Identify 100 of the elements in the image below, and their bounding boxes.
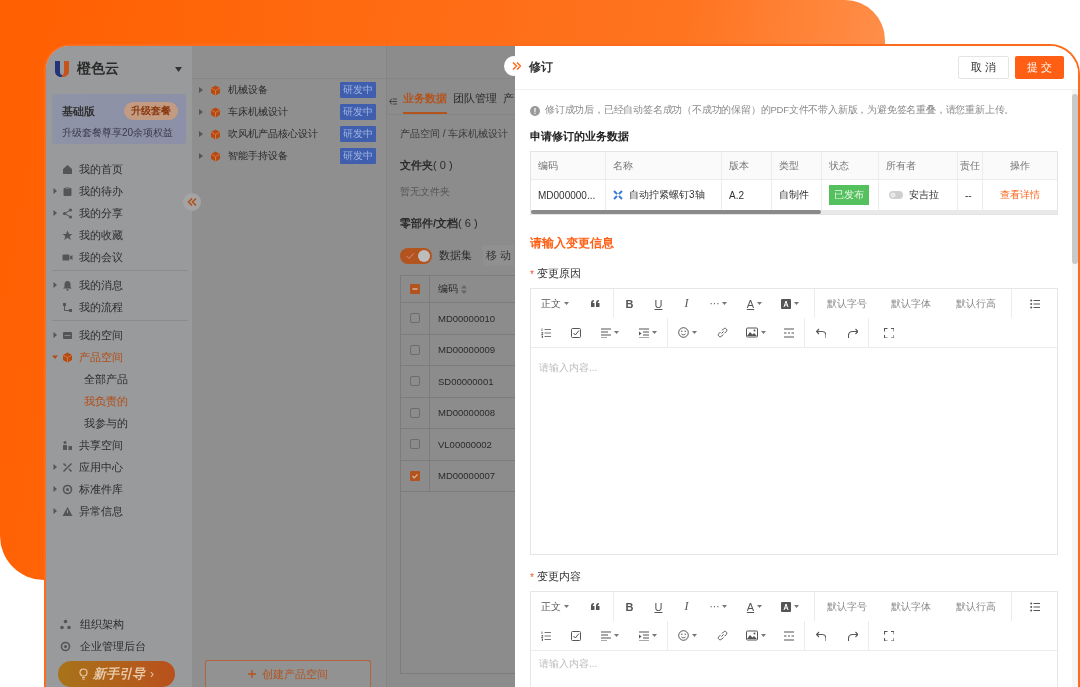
undo-icon[interactable] <box>816 327 826 338</box>
nav-item[interactable]: 我的收藏 <box>46 224 192 246</box>
align-icon[interactable] <box>601 630 611 641</box>
numbered-list-icon[interactable] <box>541 630 551 641</box>
nav-item[interactable]: 我的流程 <box>46 296 192 318</box>
fullscreen-icon[interactable] <box>884 327 894 338</box>
tree-item[interactable]: 智能手持设备 研发中 <box>192 145 386 167</box>
font-color-button[interactable]: A <box>736 289 773 318</box>
paragraph-dropdown[interactable]: 正文 <box>531 592 578 621</box>
indent-icon[interactable] <box>639 327 649 338</box>
bullet-list-icon[interactable] <box>1029 298 1040 309</box>
toggle-switch[interactable] <box>400 247 432 264</box>
emoji-icon[interactable] <box>677 327 689 338</box>
quote-icon[interactable] <box>590 602 600 611</box>
nav-item[interactable]: 我的消息 <box>46 274 192 296</box>
dropdown-caret-icon[interactable] <box>175 66 182 72</box>
cancel-button[interactable]: 取 消 <box>958 56 1010 79</box>
highlight-icon[interactable] <box>781 298 792 309</box>
nav-item[interactable]: 企业管理后台 <box>46 635 192 657</box>
nav-item[interactable]: 我的首页 <box>46 158 192 180</box>
paragraph-dropdown[interactable]: 正文 <box>531 289 578 318</box>
checkbox[interactable] <box>410 407 420 418</box>
divider-icon[interactable] <box>784 630 794 641</box>
checklist-icon[interactable] <box>571 630 581 641</box>
image-icon[interactable] <box>746 327 758 338</box>
status-tag: 已发布 <box>829 185 869 205</box>
checkbox[interactable] <box>410 284 420 294</box>
redo-icon[interactable] <box>847 327 858 338</box>
caret-icon <box>722 302 728 305</box>
breadcrumb: 产品空间 / 车床机械设计 <box>400 127 510 141</box>
checkbox[interactable] <box>410 344 420 355</box>
link-icon[interactable] <box>716 630 728 641</box>
plan-note: 升级套餐尊享20余项权益 <box>62 126 175 140</box>
underline-button[interactable]: U <box>644 592 673 621</box>
rich-text-editor[interactable]: 正文 B U I ··· A 默认字号 默认字体 默认行高 请输入内容... <box>530 591 1058 687</box>
tree-item[interactable]: 车床机械设计 研发中 <box>192 101 386 123</box>
upgrade-button[interactable]: 升级套餐 <box>124 102 178 120</box>
font-family-dropdown[interactable]: 默认字体 <box>879 592 944 621</box>
checkbox[interactable] <box>410 376 420 387</box>
font-size-dropdown[interactable]: 默认字号 <box>815 592 880 621</box>
tab[interactable]: 团队管理 <box>453 91 497 114</box>
view-details-link[interactable]: 查看详情 <box>1000 188 1040 202</box>
nav-item[interactable]: 我的待办 <box>46 180 192 202</box>
redo-icon[interactable] <box>847 630 858 641</box>
scrollbar-thumb[interactable] <box>1072 94 1078 264</box>
nav-item[interactable]: 我的空间 <box>46 324 192 346</box>
rich-text-editor[interactable]: 正文 B U I ··· A 默认字号 默认字体 默认行高 请输入内容... <box>530 288 1058 555</box>
nav-item[interactable]: 异常信息 <box>46 500 192 522</box>
table-cell: SD00000001 <box>438 375 494 387</box>
nav-item[interactable]: 组织架构 <box>46 613 192 635</box>
fullscreen-icon[interactable] <box>884 630 894 641</box>
font-size-dropdown[interactable]: 默认字号 <box>815 289 880 318</box>
numbered-list-icon[interactable] <box>541 327 551 338</box>
divider-icon[interactable] <box>784 327 794 338</box>
table-cell: 安吉拉 <box>909 188 939 202</box>
checkbox[interactable] <box>410 313 420 324</box>
emoji-icon[interactable] <box>677 630 689 641</box>
nav-item[interactable]: 我的分享 <box>46 202 192 224</box>
tree-item[interactable]: 吹风机产品核心设计 研发中 <box>192 123 386 145</box>
checkbox[interactable] <box>410 439 420 450</box>
highlight-icon[interactable] <box>781 601 792 612</box>
more-button[interactable]: ··· <box>700 289 737 318</box>
notice-text: 修订成功后，已经自动签名成功（不成功的保留）的PDF文件不带入新版，为避免签名重叠，请您重新上传。 <box>545 104 1015 117</box>
caret-icon <box>691 331 697 334</box>
submit-button[interactable]: 提 交 <box>1015 56 1064 79</box>
nav-item[interactable]: 我的会议 <box>46 246 192 268</box>
undo-icon[interactable] <box>816 630 826 641</box>
quote-icon[interactable] <box>590 299 600 308</box>
image-icon[interactable] <box>746 630 758 641</box>
collapse-icon[interactable] <box>389 98 397 105</box>
status-tag: 研发中 <box>340 104 376 120</box>
font-family-dropdown[interactable]: 默认字体 <box>879 289 944 318</box>
bold-button[interactable]: B <box>614 592 645 621</box>
align-icon[interactable] <box>601 327 611 338</box>
line-height-dropdown[interactable]: 默认行高 <box>943 289 1010 318</box>
line-height-dropdown[interactable]: 默认行高 <box>943 592 1010 621</box>
table-cell: MD00000008 <box>438 407 496 419</box>
italic-button[interactable]: I <box>672 592 701 621</box>
nav-item[interactable]: 标准件库 <box>46 478 192 500</box>
move-button[interactable]: 移 动 <box>483 245 515 266</box>
nav-item[interactable]: 应用中心 <box>46 456 192 478</box>
caret-icon <box>757 605 763 608</box>
more-button[interactable]: ··· <box>700 592 737 621</box>
checklist-icon[interactable] <box>571 327 581 338</box>
guide-button[interactable]: 新手引导 › <box>58 661 175 687</box>
indent-icon[interactable] <box>639 630 649 641</box>
tree-item[interactable]: 机械设备 研发中 <box>192 79 386 101</box>
font-color-button[interactable]: A <box>736 592 773 621</box>
scrollbar-thumb[interactable] <box>531 210 821 214</box>
nav-item[interactable]: 共享空间 <box>46 434 192 456</box>
nav-subitem[interactable]: 我参与的 <box>46 412 192 434</box>
tab[interactable]: 产 <box>503 91 514 114</box>
caret-icon <box>563 605 569 608</box>
nav-subitem[interactable]: 全部产品 <box>46 368 192 390</box>
link-icon[interactable] <box>716 327 728 338</box>
underline-button[interactable]: U <box>644 289 673 318</box>
bold-button[interactable]: B <box>614 289 645 318</box>
italic-button[interactable]: I <box>672 289 701 318</box>
bullet-list-icon[interactable] <box>1029 601 1040 612</box>
checkbox[interactable] <box>410 470 420 481</box>
